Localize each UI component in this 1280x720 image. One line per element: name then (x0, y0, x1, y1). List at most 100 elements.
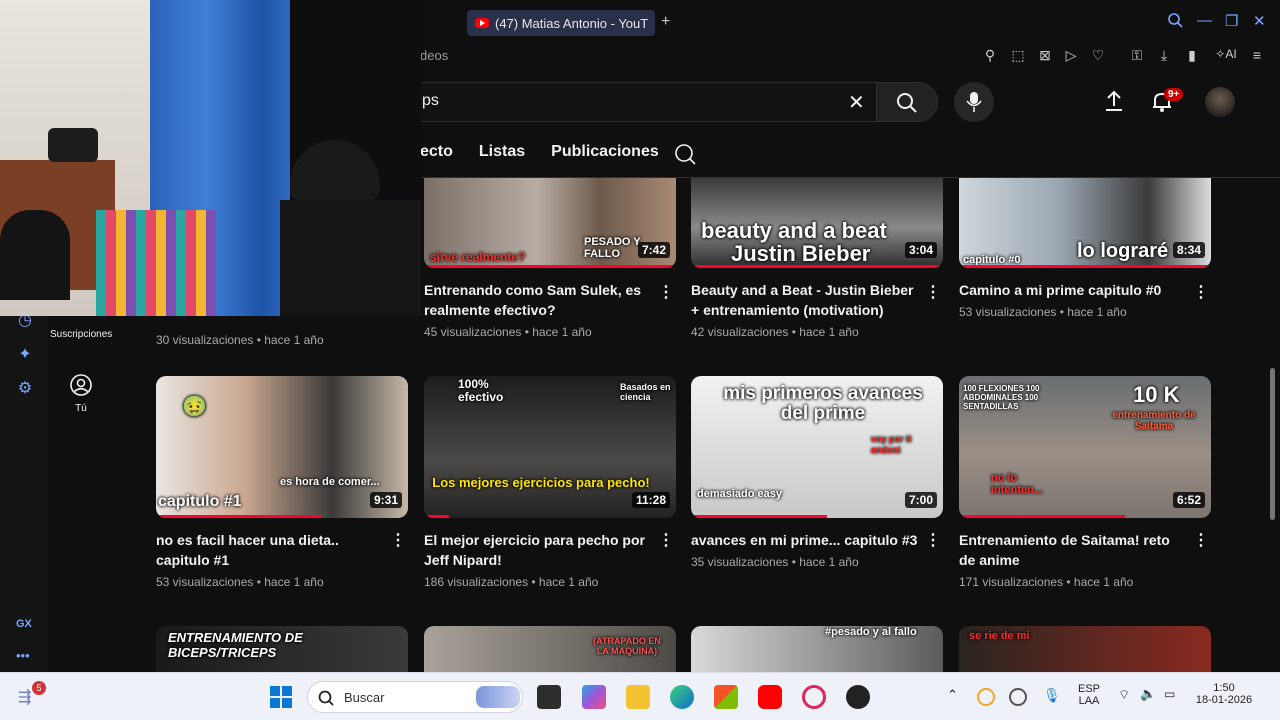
tray-security-icon[interactable] (1009, 688, 1027, 706)
more-options-icon[interactable]: ⋮ (925, 530, 941, 550)
video-title[interactable]: Entrenando como Sam Sulek, es realmente … (424, 280, 652, 320)
adblock-icon[interactable]: ⊠ (1036, 47, 1054, 64)
watch-progress (424, 265, 676, 268)
wallet-icon[interactable]: ⚿ (1128, 47, 1146, 64)
sidebar-item-you[interactable]: Tú (70, 403, 92, 414)
tab-publicaciones[interactable]: Publicaciones (551, 143, 659, 161)
heart-icon[interactable]: ♡ (1089, 47, 1107, 64)
video-thumbnail[interactable]: #pesado y al fallo (691, 626, 943, 672)
snapshot-icon[interactable]: ⬚ (1009, 47, 1027, 64)
watch-progress (959, 515, 1126, 518)
video-thumbnail[interactable]: beauty and a beat Justin Bieber 3:04 (691, 178, 943, 268)
more-options-icon[interactable]: ⋮ (1193, 282, 1209, 302)
download-icon[interactable]: ⤓ (1155, 47, 1173, 64)
voice-search-button[interactable] (954, 82, 994, 122)
video-card[interactable]: Entrenando como Sam Sulek, es realmente … (424, 270, 676, 339)
clear-search-icon[interactable]: ✕ (848, 90, 865, 115)
video-thumbnail[interactable]: lo lograré capitulo #0 8:34 (959, 178, 1211, 268)
menu-icon[interactable]: ≡ (1248, 47, 1266, 63)
search-tabs-icon[interactable] (1167, 12, 1183, 28)
opera-gx-icon[interactable] (802, 685, 826, 709)
show-hidden-icons[interactable]: ⌃ (947, 687, 958, 703)
extensions-icon[interactable]: ✦ (14, 344, 36, 366)
upload-icon[interactable] (1102, 89, 1126, 113)
more-options-icon[interactable]: ⋮ (658, 282, 674, 302)
video-thumbnail[interactable]: mis primeros avances del prime voy por t… (691, 376, 943, 518)
microphone-tray-icon[interactable]: 🎙 (1043, 687, 1061, 704)
video-thumbnail[interactable]: (ATRAPADO EN LA MAQUINA) (424, 626, 676, 672)
video-title[interactable]: El mejor ejercicio para pecho por Jeff N… (424, 530, 652, 570)
clock[interactable]: 1:50 18-01-2026 (1194, 682, 1254, 706)
tab-listas[interactable]: Listas (479, 143, 525, 161)
video-title[interactable]: no es facil hacer una dieta.. capitulo #… (156, 530, 384, 570)
webcam-overlay (0, 0, 421, 316)
sidebar-item-subscriptions[interactable]: Suscripciones (50, 329, 112, 340)
address-bar-text[interactable]: deos (420, 48, 448, 63)
video-card[interactable]: Beauty and a Beat - Justin Bieber + entr… (691, 270, 943, 339)
video-duration: 9:31 (369, 492, 402, 508)
taskbar-search-input[interactable]: Buscar (307, 681, 523, 713)
store-icon[interactable] (714, 685, 738, 709)
battery-icon[interactable]: ▭ (1164, 687, 1175, 701)
player-icon[interactable]: ▷ (1062, 47, 1080, 64)
avatar[interactable] (1205, 87, 1235, 117)
settings-icon[interactable]: ⚙ (14, 378, 36, 400)
taskbar: ⇶ 5 Buscar ⌃ 🎙 ESP LAA ⌔ 🔈 ▭ 1:50 18-01-… (0, 672, 1280, 720)
video-card[interactable]: mis primeros avances del prime voy por t… (691, 376, 943, 569)
maximize-icon[interactable]: ❐ (1225, 12, 1238, 30)
video-thumbnail[interactable]: ENTRENAMIENTO DE BICEPS/TRICEPS (156, 626, 408, 672)
search-input[interactable] (420, 82, 876, 122)
video-thumbnail[interactable]: PESADO Y FALLO sirve realmente? 7:42 (424, 178, 676, 268)
tray-app-icon[interactable] (977, 688, 995, 706)
pin-icon[interactable]: ⚲ (981, 47, 999, 64)
more-options-icon[interactable]: ⋮ (390, 530, 406, 550)
start-windows-icon[interactable] (270, 686, 292, 708)
more-options-icon[interactable]: ⋮ (658, 530, 674, 550)
browser-tab[interactable]: (47) Matias Antonio - YouT (467, 10, 655, 36)
volume-icon[interactable]: 🔈 (1140, 686, 1156, 702)
video-title[interactable]: Camino a mi prime capitulo #0 (959, 280, 1187, 300)
m365-icon[interactable] (582, 685, 606, 709)
minimize-icon[interactable]: — (1197, 12, 1212, 29)
tab-directo[interactable]: ecto (420, 143, 453, 161)
video-card[interactable]: Camino a mi prime capitulo #0 53 visuali… (959, 270, 1211, 319)
scrollbar[interactable] (1270, 368, 1275, 520)
language-indicator[interactable]: ESP LAA (1074, 683, 1104, 707)
taskbar-search-placeholder: Buscar (344, 690, 385, 705)
gx-label[interactable]: GX (16, 618, 32, 630)
thumb-badge-text: 100% efectivo (458, 377, 504, 404)
video-duration: 3:04 (904, 242, 937, 258)
wifi-icon[interactable]: ⌔ (1118, 687, 1130, 703)
microphone-icon (966, 92, 982, 112)
file-explorer-icon[interactable] (626, 685, 650, 709)
widgets-badge: 5 (32, 681, 46, 695)
task-view-icon[interactable] (537, 685, 561, 709)
video-thumbnail[interactable]: 🤢 es hora de comer... capitulo #1 9:31 (156, 376, 408, 518)
more-options-icon[interactable]: ⋮ (1193, 530, 1209, 550)
channel-search-icon[interactable] (674, 143, 696, 165)
more-icon[interactable]: ••• (16, 648, 30, 663)
account-icon[interactable] (69, 373, 93, 397)
new-tab-button[interactable]: + (661, 13, 670, 31)
video-title[interactable]: Beauty and a Beat - Justin Bieber + entr… (691, 280, 919, 320)
youtube-app-icon[interactable] (758, 685, 782, 709)
video-card[interactable]: 🤢 es hora de comer... capitulo #1 9:31 n… (156, 376, 408, 589)
search-button[interactable] (876, 82, 938, 122)
edge-icon[interactable] (670, 685, 694, 709)
close-window-icon[interactable]: ✕ (1253, 12, 1266, 30)
more-options-icon[interactable]: ⋮ (925, 282, 941, 302)
video-card[interactable]: 100 FLEXIONES 100 ABDOMINALES 100 SENTAD… (959, 376, 1211, 589)
search-query[interactable]: ps (422, 92, 439, 110)
obs-icon[interactable] (846, 685, 870, 709)
thumb-text: #pesado y al fallo (825, 626, 917, 638)
video-thumbnail[interactable]: 100% efectivo Basados en ciencia Los mej… (424, 376, 676, 518)
thumb-text: lo lograré (1077, 240, 1169, 262)
video-title[interactable]: Entrenamiento de Saitama! reto de anime (959, 530, 1187, 570)
video-thumbnail[interactable]: se rie de mi (959, 626, 1211, 672)
ai-icon[interactable]: ✧AI (1212, 47, 1240, 61)
video-card[interactable]: 100% efectivo Basados en ciencia Los mej… (424, 376, 676, 589)
thumb-text: (ATRAPADO EN LA MAQUINA) (593, 636, 661, 656)
battery-saver-icon[interactable]: ▮ (1183, 47, 1201, 64)
video-title[interactable]: avances en mi prime... capitulo #3 (691, 530, 919, 550)
video-thumbnail[interactable]: 100 FLEXIONES 100 ABDOMINALES 100 SENTAD… (959, 376, 1211, 518)
